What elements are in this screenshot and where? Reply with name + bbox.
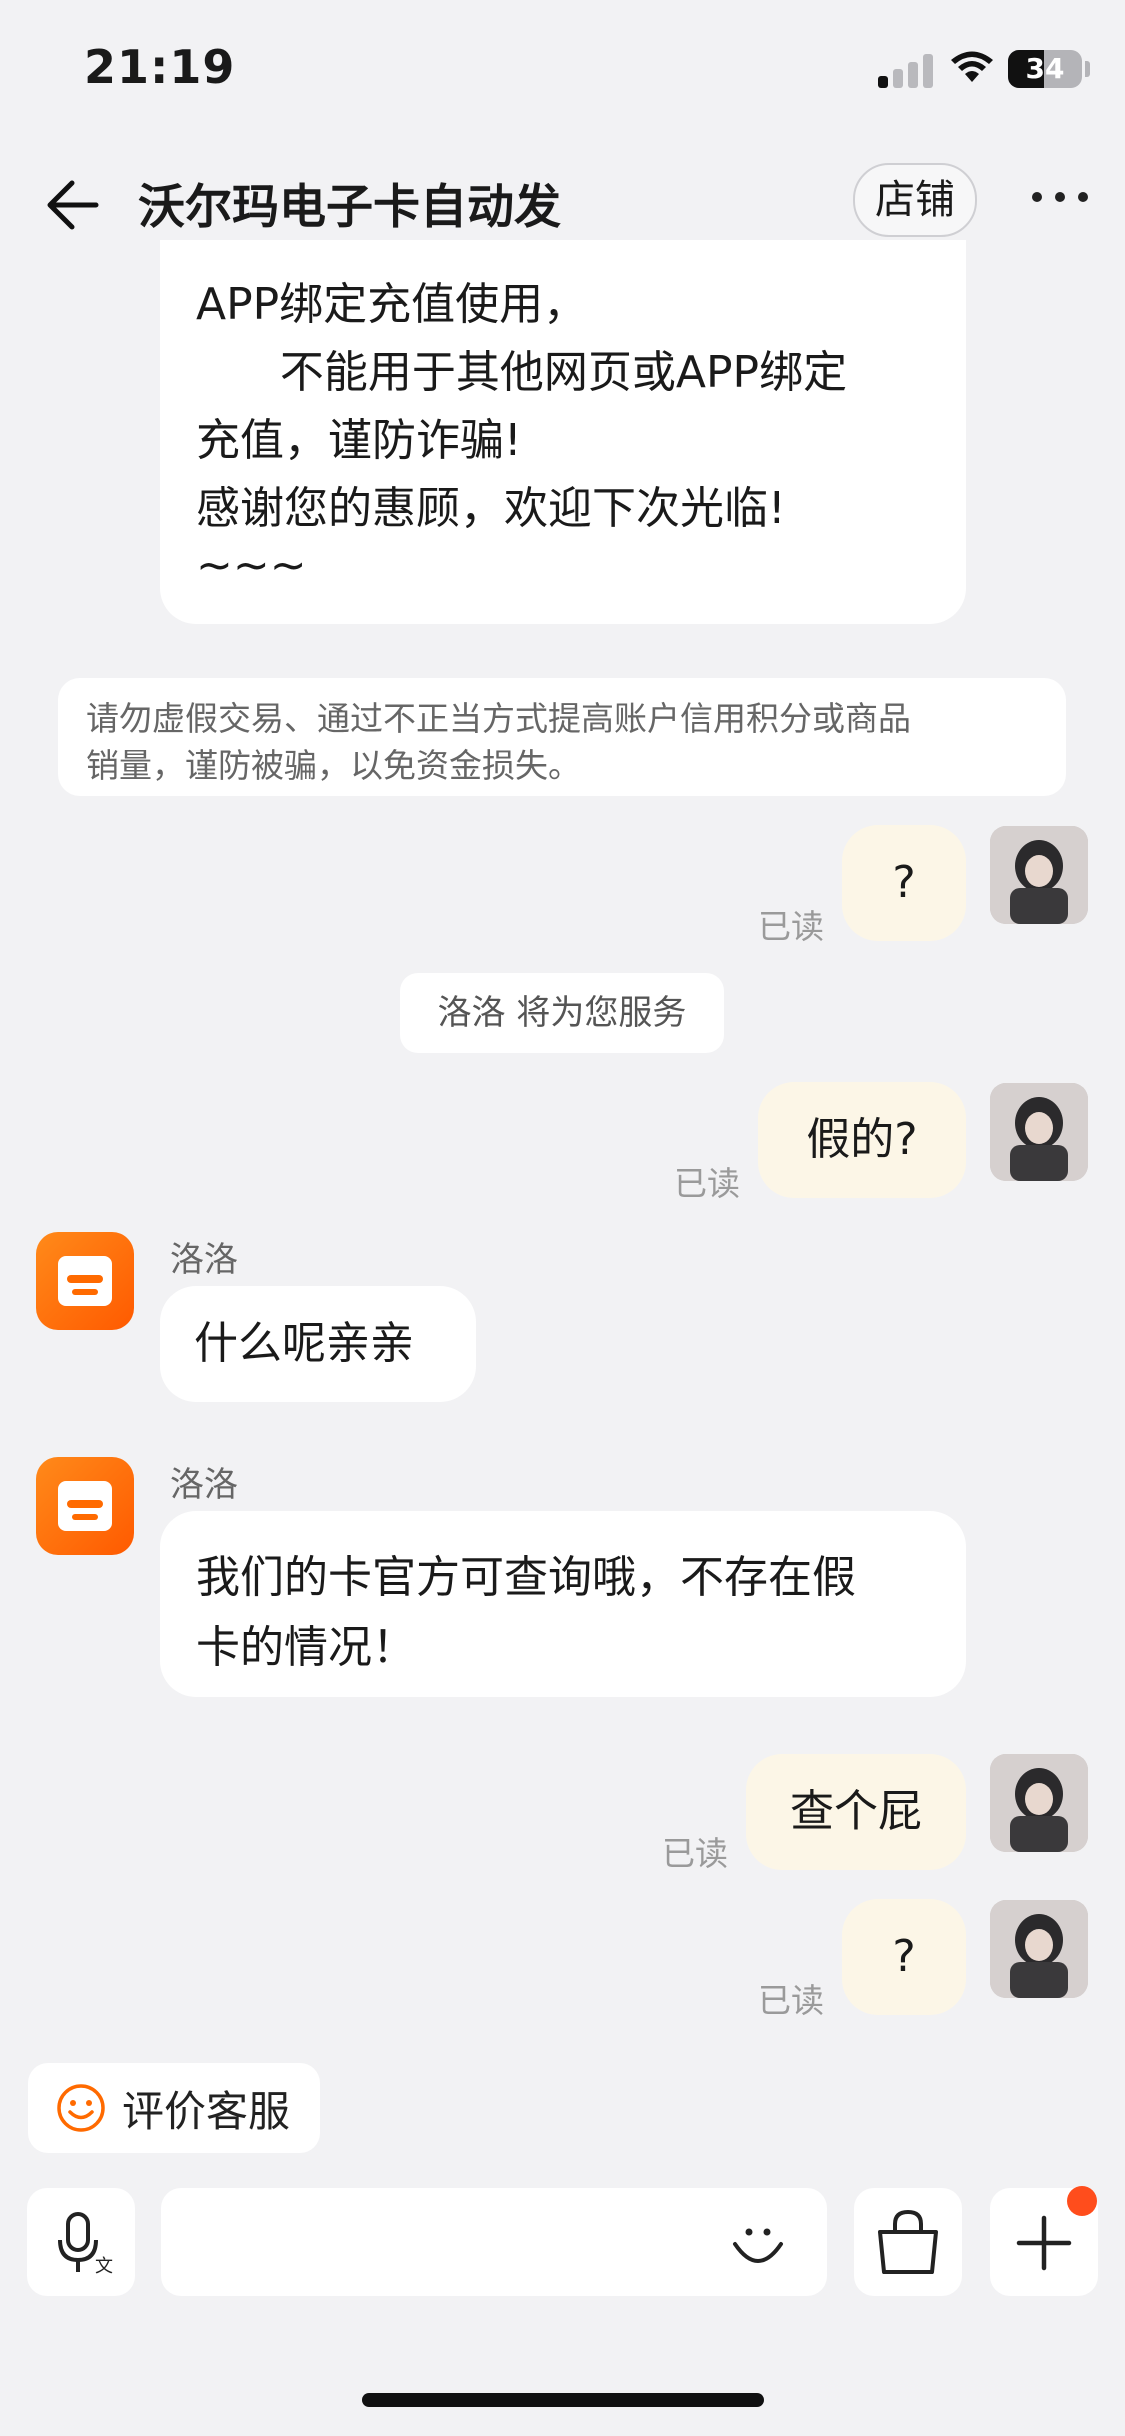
message-line: ~~~ [196,540,307,591]
microphone-translate-icon: 文 [58,2212,113,2277]
shop-message-bubble[interactable]: 我们的卡官方可查询哦，不存在假 卡的情况！ [160,1511,966,1697]
status-time: 21:19 [84,40,236,94]
message-line: 感谢您的惠顾，欢迎下次光临! [196,483,786,534]
my-message-bubble[interactable]: ? [842,1899,966,2015]
store-button[interactable]: 店铺 [853,163,977,237]
cellular-signal-icon [878,54,934,88]
rate-service-label: 评价客服 [122,2087,291,2136]
my-message-bubble[interactable]: 查个屁 [746,1754,966,1870]
my-message-bubble[interactable]: ? [842,825,966,941]
message-line: APP绑定充值使用， [196,279,588,330]
read-status: 已读 [674,1164,740,1203]
wifi-icon [951,51,993,82]
shopping-bag-button[interactable] [854,2188,962,2296]
chat-title: 沃尔玛电子卡自动发 [138,180,561,235]
sender-name: 洛洛 [170,1240,238,1280]
message-line: 充值，谨防诈骗! [196,415,522,466]
message-line: 我们的卡官方可查询哦，不存在假 [196,1552,856,1603]
notice-line: 销量，谨防被骗，以免资金损失。 [86,746,581,785]
battery-nub [1085,61,1090,77]
shopping-bag-icon [878,2209,938,2274]
message-text: ? [892,857,916,908]
message-text: 什么呢亲亲 [194,1318,414,1369]
home-indicator[interactable] [362,2393,764,2407]
safety-notice: 请勿虚假交易、通过不正当方式提高账户信用积分或商品 销量，谨防被骗，以免资金损失… [58,678,1066,796]
message-line: 不能用于其他网页或APP绑定 [196,347,848,398]
shop-avatar[interactable] [36,1457,134,1555]
my-message-bubble[interactable]: 假的? [758,1082,966,1198]
back-arrow-icon[interactable] [42,175,102,235]
user-avatar[interactable] [990,1754,1088,1852]
message-line: 卡的情况！ [196,1622,416,1673]
battery-level: 34 [1025,52,1065,85]
message-text: 查个屁 [790,1786,922,1837]
notification-badge [1067,2186,1097,2216]
shop-avatar[interactable] [36,1232,134,1330]
user-avatar[interactable] [990,826,1088,924]
read-status: 已读 [758,907,824,946]
message-text: ? [892,1931,916,1982]
user-avatar[interactable] [990,1083,1088,1181]
voice-input-button[interactable]: 文 [27,2188,135,2296]
battery-icon: 34 [1008,50,1082,88]
message-input[interactable] [161,2188,827,2296]
notice-line: 请勿虚假交易、通过不正当方式提高账户信用积分或商品 [86,699,911,738]
more-options-icon[interactable] [1030,182,1090,212]
user-avatar[interactable] [990,1900,1088,1998]
read-status: 已读 [662,1834,728,1873]
smile-icon[interactable] [727,2212,789,2274]
message-text: 假的? [806,1114,918,1165]
read-status: 已读 [758,1981,824,2020]
svg-text:文: 文 [95,2256,113,2277]
smile-rating-icon [57,2084,105,2132]
service-assignment-message: 洛洛 将为您服务 [400,973,724,1053]
shop-message-bubble[interactable]: 什么呢亲亲 [160,1286,476,1402]
shop-message-card: APP绑定充值使用， 不能用于其他网页或APP绑定 充值，谨防诈骗! 感谢您的惠… [160,240,966,624]
sender-name: 洛洛 [170,1465,238,1505]
